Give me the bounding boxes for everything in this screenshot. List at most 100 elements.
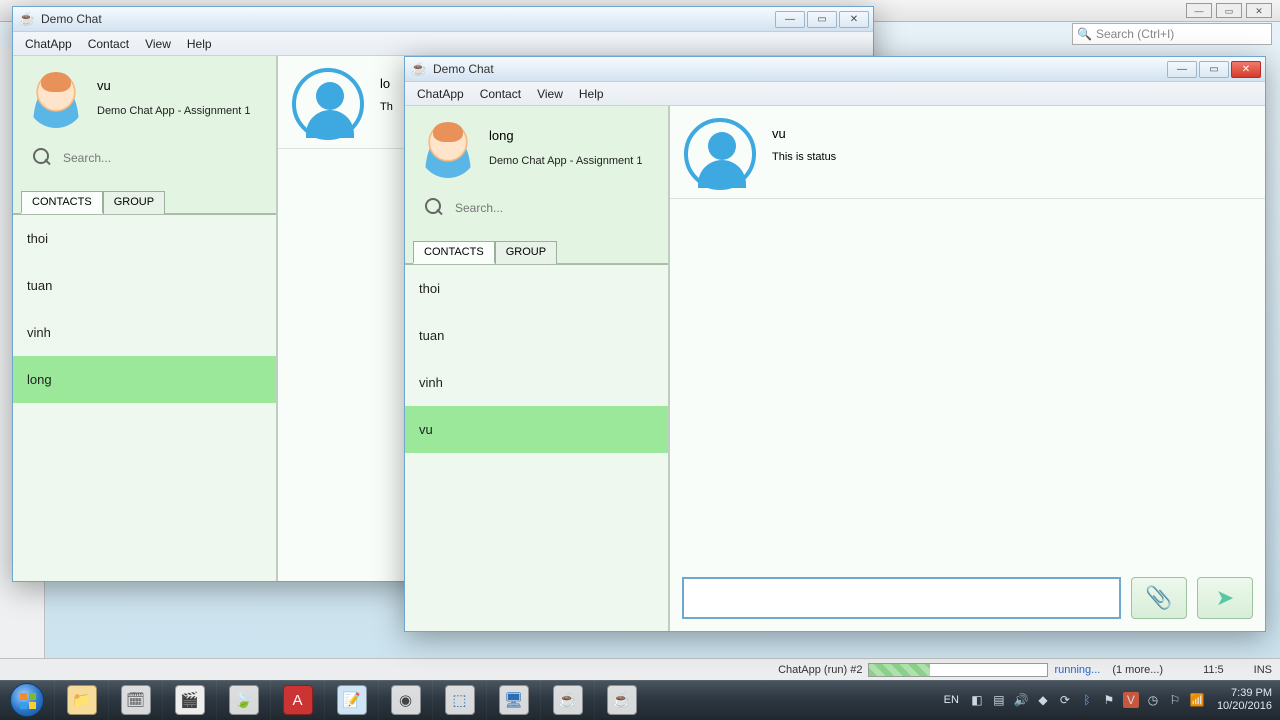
tray-icon[interactable]: V (1123, 692, 1139, 708)
task-explorer[interactable]: 📁 (54, 680, 108, 720)
ide-statusbar: ChatApp (run) #2 running... (1 more...) … (0, 658, 1280, 680)
task-app[interactable]: ☕ (594, 680, 648, 720)
peer-name: vu (772, 126, 836, 141)
java-icon: ☕ (607, 685, 637, 715)
conversation-header: vu This is status (670, 106, 1265, 199)
task-app[interactable]: 🍃 (216, 680, 270, 720)
status-run-section: ChatApp (run) #2 running... (1 more...) (778, 663, 1163, 677)
peer-status: This is status (772, 151, 836, 163)
ide-minimize-button[interactable]: — (1186, 3, 1212, 18)
tray-time: 7:39 PM (1217, 687, 1272, 700)
search-row[interactable]: Search... (13, 132, 276, 182)
leaf-icon: 🍃 (229, 685, 259, 715)
profile-section: vu Demo Chat App - Assignment 1 (13, 56, 276, 132)
profile-section: long Demo Chat App - Assignment 1 (405, 106, 668, 182)
tray-volume-icon[interactable]: 🔊 (1013, 692, 1029, 708)
start-button[interactable] (0, 680, 54, 720)
task-app[interactable]: A (270, 680, 324, 720)
menu-help[interactable]: Help (573, 85, 610, 103)
menu-chatapp[interactable]: ChatApp (19, 35, 78, 53)
list-item[interactable]: thoi (405, 265, 668, 312)
task-app[interactable]: ◉ (378, 680, 432, 720)
avatar (27, 70, 85, 128)
status-position: 11:5 (1203, 664, 1224, 676)
ide-quick-search[interactable]: 🔍 Search (Ctrl+I) (1072, 23, 1272, 45)
contact-list: thoi tuan vinh vu (405, 265, 668, 631)
folder-icon: 📁 (67, 685, 97, 715)
status-mode: INS (1254, 664, 1272, 676)
peer-status: Th (380, 101, 393, 113)
menubar: ChatApp Contact View Help (405, 82, 1265, 106)
menu-view[interactable]: View (139, 35, 177, 53)
message-input[interactable] (682, 577, 1121, 619)
tray-icon[interactable]: ▤ (991, 692, 1007, 708)
tray-clock[interactable]: 7:39 PM 10/20/2016 (1211, 687, 1272, 712)
note-icon: 📝 (337, 685, 367, 715)
java-icon: ☕ (553, 685, 583, 715)
chrome-icon: ◉ (391, 685, 421, 715)
maximize-button[interactable]: ▭ (1199, 61, 1229, 78)
tab-contacts[interactable]: CONTACTS (21, 191, 103, 214)
profile-name: long (489, 128, 642, 143)
tab-group[interactable]: GROUP (103, 191, 165, 214)
chat-window-front[interactable]: ☕ Demo Chat — ▭ ✕ ChatApp Contact View H… (404, 56, 1266, 632)
tab-contacts[interactable]: CONTACTS (413, 241, 495, 264)
tab-group[interactable]: GROUP (495, 241, 557, 264)
task-app[interactable]: ⬚ (432, 680, 486, 720)
ide-close-button[interactable]: ✕ (1246, 3, 1272, 18)
list-item[interactable]: vu (405, 406, 668, 453)
window-title: Demo Chat (41, 12, 102, 26)
status-running[interactable]: running... (1054, 664, 1100, 676)
profile-subtitle: Demo Chat App - Assignment 1 (489, 155, 642, 167)
ide-maximize-button[interactable]: ▭ (1216, 3, 1242, 18)
tray-icon[interactable]: ◧ (969, 692, 985, 708)
search-row[interactable]: Search... (405, 182, 668, 232)
tabs: CONTACTS GROUP (13, 182, 276, 215)
list-item[interactable]: tuan (13, 262, 276, 309)
minimize-button[interactable]: — (775, 11, 805, 28)
tray-icon[interactable]: ◆ (1035, 692, 1051, 708)
tray-icon[interactable]: ⚑ (1101, 692, 1117, 708)
send-button[interactable]: ➤ (1197, 577, 1253, 619)
tray-icon[interactable]: ◷ (1145, 692, 1161, 708)
close-button[interactable]: ✕ (839, 11, 869, 28)
window-title: Demo Chat (433, 62, 494, 76)
send-icon: ➤ (1216, 585, 1234, 611)
list-item[interactable]: vinh (13, 309, 276, 356)
attach-button[interactable]: 📎 (1131, 577, 1187, 619)
task-app[interactable]: 📝 (324, 680, 378, 720)
avatar (419, 120, 477, 178)
list-item[interactable]: thoi (13, 215, 276, 262)
menu-contact[interactable]: Contact (474, 85, 527, 103)
menu-contact[interactable]: Contact (82, 35, 135, 53)
tray-language[interactable]: EN (940, 692, 963, 708)
titlebar[interactable]: ☕ Demo Chat — ▭ ✕ (405, 57, 1265, 82)
list-item[interactable]: tuan (405, 312, 668, 359)
titlebar[interactable]: ☕ Demo Chat — ▭ ✕ (13, 7, 873, 32)
list-item[interactable]: long (13, 356, 276, 403)
minimize-button[interactable]: — (1167, 61, 1197, 78)
tray-icon[interactable]: ⟳ (1057, 692, 1073, 708)
ide-window-controls: — ▭ ✕ (1186, 3, 1272, 18)
menu-chatapp[interactable]: ChatApp (411, 85, 470, 103)
maximize-button[interactable]: ▭ (807, 11, 837, 28)
tray-network-icon[interactable]: 📶 (1189, 692, 1205, 708)
peer-name: lo (380, 76, 393, 91)
status-run-label: ChatApp (run) #2 (778, 664, 862, 676)
tray-bluetooth-icon[interactable]: ᛒ (1079, 692, 1095, 708)
search-icon: 🔍 (1077, 27, 1092, 41)
menu-view[interactable]: View (531, 85, 569, 103)
task-app[interactable]: ☕ (540, 680, 594, 720)
task-app[interactable]: 🖥 (486, 680, 540, 720)
menu-help[interactable]: Help (181, 35, 218, 53)
list-item[interactable]: vinh (405, 359, 668, 406)
close-button[interactable]: ✕ (1231, 61, 1261, 78)
system-tray: EN ◧ ▤ 🔊 ◆ ⟳ ᛒ ⚑ V ◷ ⚐ 📶 7:39 PM 10/20/2… (940, 680, 1280, 720)
tray-flag-icon[interactable]: ⚐ (1167, 692, 1183, 708)
task-app[interactable]: 🎬 (162, 680, 216, 720)
tray-date: 10/20/2016 (1217, 700, 1272, 713)
peer-avatar (292, 68, 364, 140)
calendar-icon: 🗓 (121, 685, 151, 715)
status-more[interactable]: (1 more...) (1112, 664, 1163, 676)
task-app[interactable]: 🗓 (108, 680, 162, 720)
